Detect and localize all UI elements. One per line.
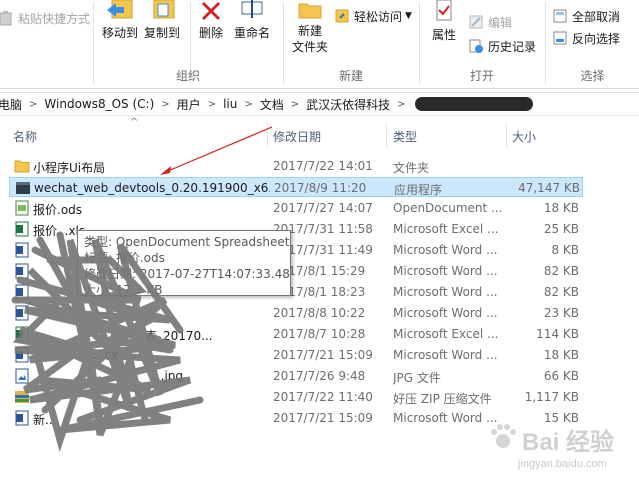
word-icon xyxy=(15,305,29,321)
move-to-icon xyxy=(107,0,133,19)
spreadsheet-icon xyxy=(15,200,29,216)
edit-button[interactable]: 编辑 xyxy=(468,12,512,32)
file-row[interactable]: 报价.ods 2017/7/27 14:07 OpenDocument ... … xyxy=(9,198,583,218)
column-divider[interactable] xyxy=(267,122,268,148)
tooltip-type: 类型: OpenDocument Spreadsheet xyxy=(84,235,290,249)
column-divider[interactable] xyxy=(386,122,387,148)
copy-to-button[interactable]: 复制到 xyxy=(142,0,182,41)
folder-icon xyxy=(14,160,30,173)
ribbon-group-open: 属性 编辑 历史记录 打开 xyxy=(420,0,544,88)
tooltip-date: 修改日期: 2017-07-27T14:07:33.48 xyxy=(84,267,290,281)
group-label-new: 新建 xyxy=(338,69,363,83)
breadcrumb[interactable]: 电脑 > Windows8_OS (C:) > 用户 > liu > 文档 > … xyxy=(0,92,639,116)
group-label-organize: 组织 xyxy=(175,69,200,83)
file-row[interactable]: 表_20170... 2017/8/7 10:28 Microsoft Exce… xyxy=(9,324,583,344)
ribbon-group-organize: 移动到 复制到 删除 重命名 组织 xyxy=(94,0,282,88)
ribbon-group-new: 新建 文件夹 轻松访问 ▼ 新建 xyxy=(284,0,418,88)
breadcrumb-company-folder[interactable]: 武汉沃依得科技 xyxy=(304,96,392,113)
zip-icon xyxy=(15,391,29,403)
image-icon xyxy=(15,368,29,384)
new-folder-icon xyxy=(298,3,322,19)
easy-access-button[interactable]: 轻松访问 ▼ xyxy=(334,6,412,26)
watermark-brand: Bai 经验 xyxy=(522,429,615,456)
file-row[interactable]: 2017/8/8 10:22 Microsoft Word ... 23 KB xyxy=(9,303,583,323)
move-to-button[interactable]: 移动到 xyxy=(100,0,140,41)
column-header: ^ 名称 修改日期 类型 大小 xyxy=(0,117,639,150)
word-icon xyxy=(15,347,29,363)
watermark-site: jingyan.baidu.com xyxy=(518,458,607,470)
breadcrumb-computer[interactable]: 电脑 xyxy=(0,96,24,113)
delete-icon xyxy=(202,2,220,20)
rename-button[interactable]: 重命名 xyxy=(232,0,272,41)
watermark: Bai 经验 jingyan.baidu.com xyxy=(488,420,638,478)
breadcrumb-user-liu[interactable]: liu xyxy=(221,97,239,111)
chevron-down-icon: ▼ xyxy=(405,11,412,21)
file-info-tooltip: 类型: OpenDocument Spreadsheet 标题: 报价.ods … xyxy=(77,230,291,297)
breadcrumb-drive-c[interactable]: Windows8_OS (C:) xyxy=(42,97,156,111)
copy-to-icon xyxy=(153,0,175,19)
ribbon-group-select: 全部取消 反向选择 选择 xyxy=(546,0,639,88)
properties-button[interactable]: 属性 xyxy=(426,0,462,43)
excel-icon xyxy=(15,221,29,237)
column-date[interactable]: 修改日期 xyxy=(273,128,321,145)
excel-icon xyxy=(15,326,29,342)
file-row[interactable]: ...jpg 2017/7/26 9:48 JPG 文件 66 KB xyxy=(9,366,583,386)
breadcrumb-users[interactable]: 用户 xyxy=(175,96,203,113)
file-row[interactable]: ...cx 2017/7/21 15:09 Microsoft Word ...… xyxy=(9,345,583,365)
application-icon xyxy=(16,182,30,194)
breadcrumb-documents[interactable]: 文档 xyxy=(258,96,286,113)
word-icon xyxy=(15,410,29,426)
word-icon xyxy=(15,242,29,258)
rename-icon xyxy=(241,0,263,18)
history-icon xyxy=(469,39,483,53)
chevron-right-icon[interactable]: > xyxy=(24,99,42,110)
chevron-right-icon[interactable]: > xyxy=(203,99,221,110)
column-size[interactable]: 大小 xyxy=(512,128,536,145)
chevron-right-icon[interactable]: > xyxy=(156,99,174,110)
sort-ascending-icon: ^ xyxy=(130,117,139,128)
easy-access-icon xyxy=(335,9,349,23)
properties-icon xyxy=(436,0,452,21)
column-type[interactable]: 类型 xyxy=(393,128,417,145)
paste-shortcut-button[interactable]: 粘贴快捷方式 xyxy=(0,8,90,28)
chevron-right-icon[interactable]: > xyxy=(392,99,410,110)
redacted-path-segment xyxy=(414,97,533,111)
paste-shortcut-icon xyxy=(0,11,12,26)
edit-icon xyxy=(469,15,483,29)
invert-selection-button[interactable]: 反向选择 xyxy=(552,28,620,48)
paw-logo-icon xyxy=(491,424,516,448)
select-none-button[interactable]: 全部取消 xyxy=(552,6,620,26)
select-none-icon xyxy=(553,9,567,23)
file-row-selected[interactable]: wechat_web_devtools_0.20.191900_x6... 20… xyxy=(9,177,583,197)
history-button[interactable]: 历史记录 xyxy=(468,36,536,56)
ribbon: 粘贴快捷方式 移动到 复制到 删除 重命名 组织 新建 文件夹 轻松访问 ▼ 新… xyxy=(0,0,639,89)
file-row[interactable]: 小程序Ui布局 2017/7/22 14:01 文件夹 xyxy=(9,156,583,176)
chevron-right-icon[interactable]: > xyxy=(239,99,257,110)
word-icon xyxy=(15,284,29,300)
word-icon xyxy=(15,263,29,279)
tooltip-size: 大小: 17.3 KB xyxy=(84,283,163,297)
tooltip-title: 标题: 报价.ods xyxy=(84,251,165,265)
column-name[interactable]: 名称 xyxy=(13,128,37,145)
delete-button[interactable]: 删除 xyxy=(196,0,226,41)
column-divider[interactable] xyxy=(506,122,507,148)
group-label-select: 选择 xyxy=(580,69,605,83)
invert-selection-icon xyxy=(553,31,567,45)
group-label-open: 打开 xyxy=(469,69,494,83)
chevron-right-icon[interactable]: > xyxy=(286,99,304,110)
file-row[interactable]: 2017/7/22 11:40 好压 ZIP 压缩文件 1,117 KB xyxy=(9,387,583,407)
new-folder-button[interactable]: 新建 文件夹 xyxy=(288,0,332,55)
